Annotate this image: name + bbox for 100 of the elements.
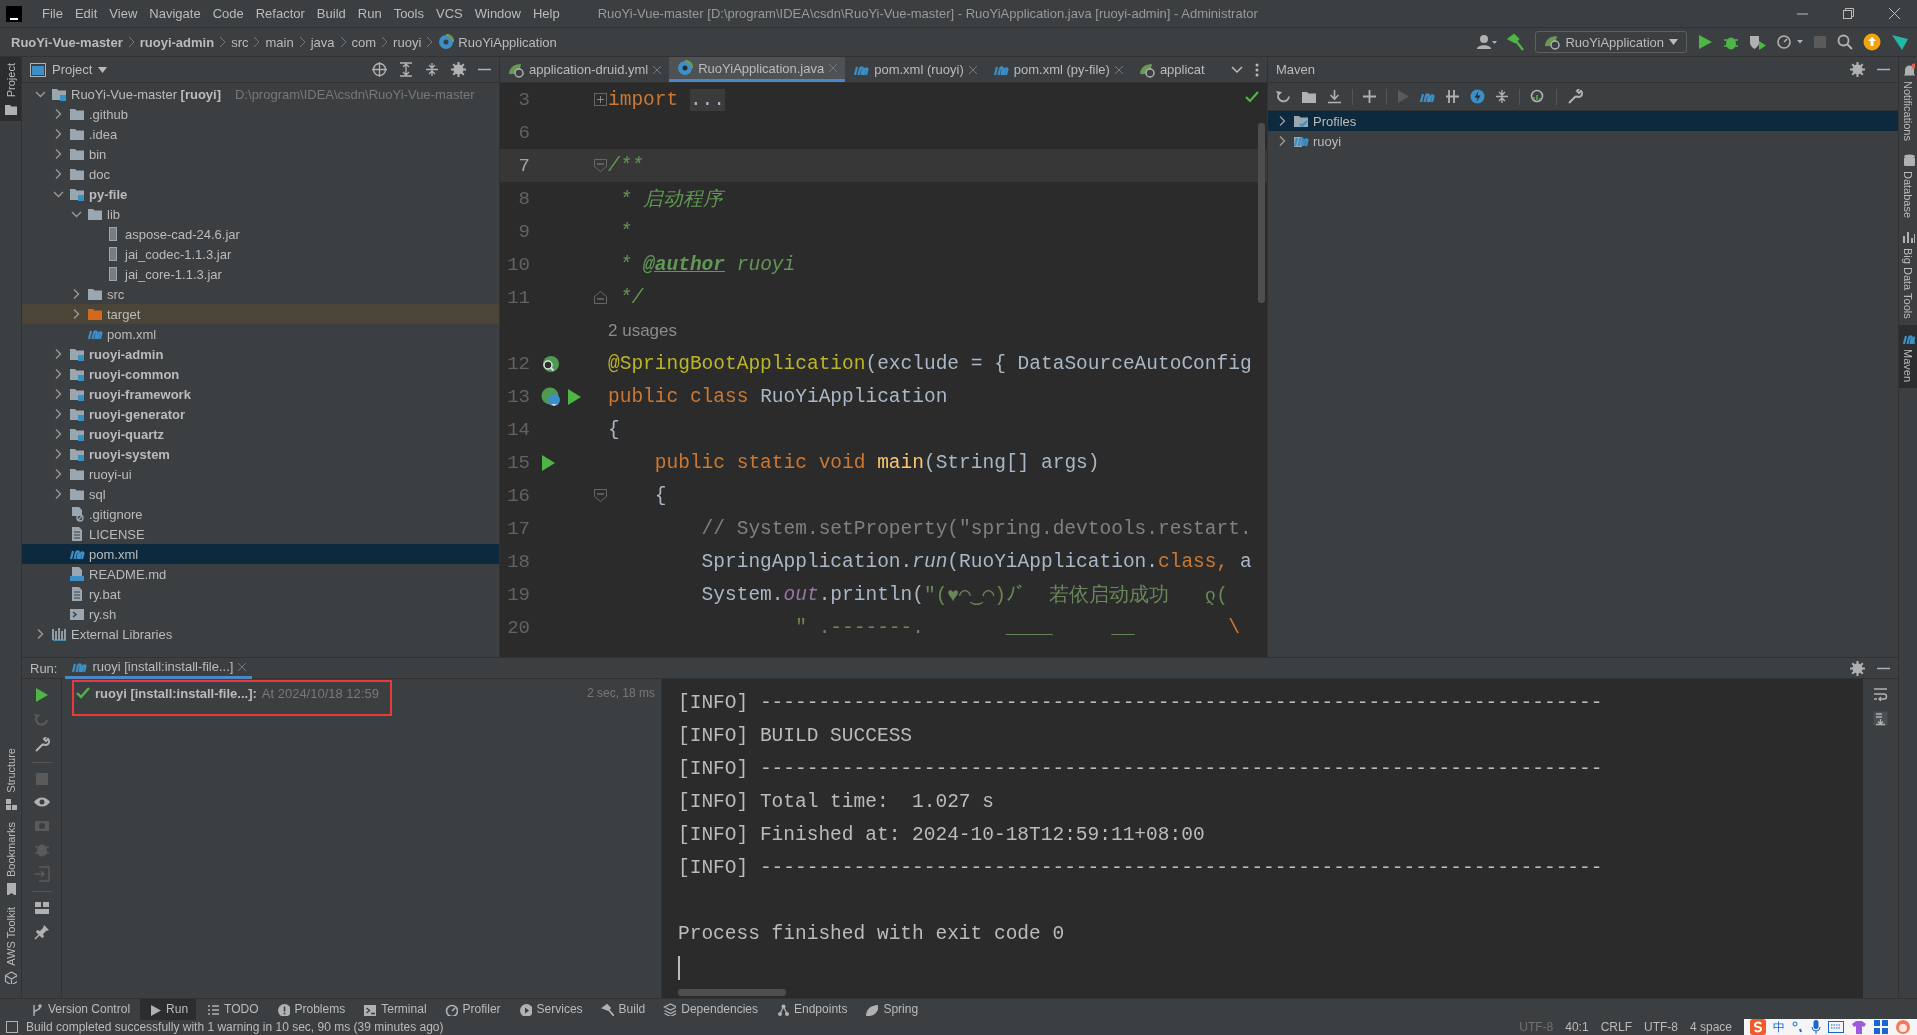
expand-fold-icon[interactable] [593, 93, 607, 106]
analyze-icon[interactable] [1530, 88, 1546, 105]
eye-icon[interactable] [32, 795, 51, 809]
input-method-toolbar[interactable]: 中 [1744, 1019, 1917, 1035]
tree-item[interactable]: bin [89, 146, 107, 162]
soft-wrap-icon[interactable] [1873, 687, 1888, 701]
settings-icon[interactable] [1850, 62, 1865, 77]
menu-item[interactable]: VCS [430, 6, 469, 21]
scroll-to-end-icon[interactable] [1873, 711, 1888, 726]
collapse-all-icon[interactable] [425, 62, 439, 77]
tree-item[interactable]: src [107, 286, 125, 302]
status-widget[interactable]: CRLF [1600, 1020, 1632, 1034]
chevron-down-icon[interactable] [1231, 65, 1243, 74]
tree-item[interactable]: RuoYi-Vue-master [ruoyi] [71, 86, 222, 102]
tool-window-button[interactable]: AWS Toolkit [0, 901, 21, 990]
settings-icon[interactable] [1850, 660, 1865, 676]
menu-item[interactable]: Tools [387, 6, 430, 21]
tree-item[interactable]: .gitignore [89, 506, 143, 522]
breadcrumb[interactable]: RuoYi-Vue-master [8, 34, 126, 50]
keyboard-icon[interactable] [1828, 1021, 1844, 1033]
tree-item[interactable]: README.md [89, 566, 167, 582]
collapse-fold-icon[interactable] [593, 159, 607, 172]
lightning-icon[interactable] [1470, 89, 1485, 104]
tool-window-button[interactable]: Notifications [1899, 57, 1917, 147]
more-icon[interactable] [1255, 62, 1259, 77]
layout-icon[interactable] [33, 901, 50, 915]
tree-item[interactable]: .idea [89, 126, 118, 142]
rerun-icon[interactable] [34, 687, 49, 703]
plugin-logo-icon[interactable] [1891, 33, 1909, 51]
user-icon[interactable] [1477, 34, 1498, 50]
download-icon[interactable] [1327, 89, 1342, 104]
tool-window-tab[interactable]: TODO [198, 998, 267, 1020]
collapse-fold-icon[interactable] [593, 489, 607, 502]
menu-item[interactable]: Code [206, 6, 250, 21]
menu-item[interactable]: Edit [68, 6, 104, 21]
shield-run-icon[interactable] [1749, 34, 1767, 50]
tree-item[interactable]: LICENSE [89, 526, 145, 542]
tree-item[interactable]: ruoyi-ui [89, 466, 132, 482]
run-task-name[interactable]: ruoyi [install:install-file...]: [95, 685, 257, 701]
menu-item[interactable]: Run [351, 6, 388, 21]
editor-tab[interactable]: pom.xml (py-file) [984, 57, 1131, 82]
leaf-search-icon[interactable] [540, 353, 560, 374]
tool-window-button[interactable]: Database [1899, 146, 1917, 224]
settings-icon[interactable] [451, 62, 466, 77]
tree-item[interactable]: ruoyi-system [89, 446, 170, 462]
tool-window-tab[interactable]: Endpoints [768, 998, 856, 1020]
search-icon[interactable] [1837, 34, 1853, 50]
run-icon[interactable] [1697, 34, 1713, 50]
tree-item[interactable]: ruoyi-framework [89, 386, 191, 402]
editor-tab[interactable]: application-druid.yml [500, 57, 670, 82]
input-mode-label[interactable]: 中 [1773, 1018, 1785, 1035]
tree-item[interactable]: pom.xml [89, 546, 139, 562]
tree-item[interactable]: aspose-cad-24.6.jar [125, 226, 240, 242]
editor-tab[interactable]: RuoYiApplication.java [669, 57, 846, 82]
menu-item[interactable]: View [103, 6, 144, 21]
tool-window-button[interactable]: Bookmarks [0, 816, 21, 902]
folder-reload-icon[interactable] [1301, 89, 1317, 104]
menu-item[interactable]: Window [468, 6, 527, 21]
tree-item[interactable]: target [107, 306, 141, 322]
locate-icon[interactable] [372, 62, 387, 77]
gauge-run-icon[interactable] [1777, 34, 1803, 50]
tool-window-tab[interactable]: Build [592, 998, 654, 1020]
microphone-icon[interactable] [1811, 1020, 1821, 1034]
wrench-icon[interactable] [1567, 88, 1583, 105]
run-tab[interactable]: ruoyi [install:install-file...] [65, 657, 253, 679]
breadcrumb[interactable]: ruoyi-admin [136, 34, 218, 50]
run-icon[interactable] [566, 387, 582, 406]
breadcrumb[interactable]: src [228, 34, 252, 50]
scrollbar[interactable] [1258, 123, 1265, 303]
tool-window-tab[interactable]: Problems [268, 998, 354, 1020]
tree-item[interactable]: External Libraries [71, 626, 173, 642]
update-icon[interactable] [1863, 33, 1881, 51]
expand-all-icon[interactable] [399, 62, 413, 77]
tree-item[interactable]: py-file [89, 186, 128, 202]
project-view-dropdown[interactable]: Project [30, 62, 108, 77]
hammer-icon[interactable] [1507, 33, 1526, 51]
tool-window-tab[interactable]: Terminal [355, 998, 435, 1020]
tree-item[interactable]: .github [89, 106, 129, 122]
tool-window-tab[interactable]: Run [140, 998, 197, 1020]
shirt-icon[interactable] [1851, 1020, 1867, 1034]
tool-window-tab[interactable]: Version Control [22, 998, 139, 1020]
pin-icon[interactable] [33, 924, 50, 940]
grid-icon[interactable] [1874, 1020, 1888, 1034]
scrollbar[interactable] [678, 989, 786, 996]
status-widget[interactable]: 40:1 [1565, 1020, 1589, 1034]
run-icon[interactable] [540, 453, 556, 472]
tool-window-button[interactable]: Structure [0, 741, 21, 817]
tool-window-tab[interactable]: Dependencies [655, 998, 766, 1020]
leaf-class-icon[interactable] [540, 385, 562, 408]
tree-item[interactable]: jai_core-1.1.3.jar [125, 266, 222, 282]
tree-item[interactable]: ry.bat [89, 586, 121, 602]
tree-item[interactable]: ruoyi-common [89, 366, 180, 382]
breadcrumb[interactable]: java [307, 34, 338, 50]
tree-item[interactable]: lib [107, 206, 120, 222]
status-widget[interactable]: 4 space [1689, 1020, 1732, 1034]
panel-toggle-icon[interactable] [6, 1021, 18, 1033]
menu-item[interactable]: Navigate [143, 6, 207, 21]
tool-window-tab[interactable]: Profiler [436, 998, 509, 1020]
breadcrumb[interactable]: com [348, 34, 380, 50]
tool-window-tab[interactable]: Spring [857, 998, 927, 1020]
